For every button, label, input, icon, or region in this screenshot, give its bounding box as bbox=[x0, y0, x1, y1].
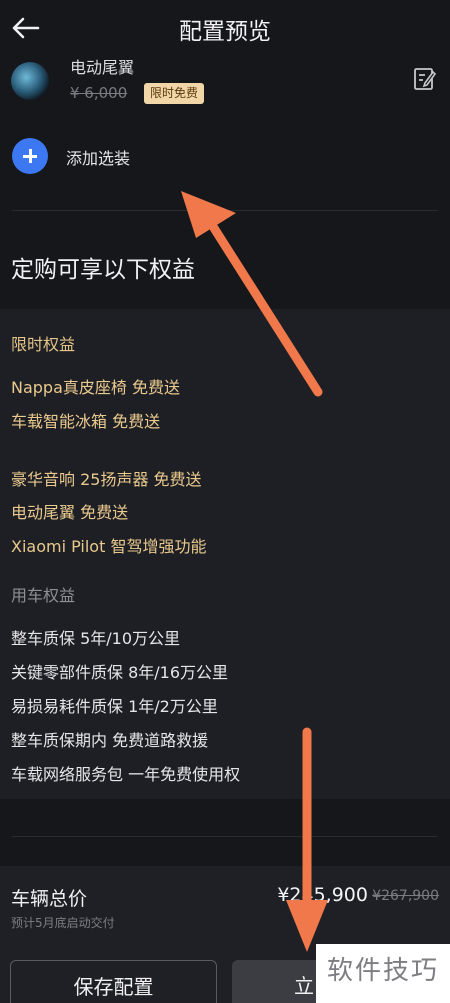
usage-benefits-title: 用车权益 bbox=[11, 586, 76, 605]
benefit-item: 豪华音响 25扬声器 免费送 bbox=[11, 470, 202, 489]
save-config-button[interactable]: 保存配置 bbox=[10, 960, 217, 1003]
benefit-item: 电动尾翼 免费送 bbox=[11, 503, 129, 522]
watermark: 软件技巧 bbox=[316, 944, 450, 1003]
option-item: 电动尾翼 ¥ 6,000 限时免费 bbox=[0, 56, 450, 116]
add-option-label[interactable]: 添加选装 bbox=[66, 145, 130, 169]
total-price: ¥245,900 bbox=[277, 884, 368, 906]
option-price: ¥ 6,000 bbox=[70, 84, 128, 102]
limited-free-badge: 限时免费 bbox=[144, 83, 205, 104]
original-price: ¥267,900 bbox=[372, 888, 439, 904]
benefit-item: 易损易耗件质保 1年/2万公里 bbox=[11, 697, 218, 716]
header-bar: 配置预览 bbox=[0, 0, 450, 56]
add-option-row[interactable]: 添加选装 bbox=[0, 136, 450, 176]
benefit-item: Xiaomi Pilot 智驾增强功能 bbox=[11, 537, 207, 556]
edit-icon[interactable] bbox=[413, 66, 437, 92]
benefit-item: 车载智能冰箱 免费送 bbox=[11, 412, 161, 431]
page-title: 配置预览 bbox=[179, 19, 271, 45]
divider bbox=[12, 836, 438, 837]
divider bbox=[12, 210, 438, 211]
option-name: 电动尾翼 bbox=[70, 58, 135, 77]
benefit-item: 整车质保期内 免费道路救援 bbox=[11, 731, 209, 750]
benefit-item: 整车质保 5年/10万公里 bbox=[11, 629, 181, 648]
benefits-panel: 限时权益 Nappa真皮座椅 免费送 车载智能冰箱 免费送 豪华音响 25扬声器… bbox=[0, 309, 450, 799]
benefit-item: 车载网络服务包 一年免费使用权 bbox=[11, 765, 241, 784]
benefits-title: 定购可享以下权益 bbox=[11, 257, 195, 283]
limited-benefits-title: 限时权益 bbox=[11, 335, 76, 354]
total-label: 车辆总价 bbox=[11, 888, 88, 910]
delivery-estimate: 预计5月底启动交付 bbox=[11, 916, 115, 930]
benefit-item: Nappa真皮座椅 免费送 bbox=[11, 378, 180, 397]
benefit-item: 关键零部件质保 8年/16万公里 bbox=[11, 663, 229, 682]
option-thumbnail bbox=[11, 62, 49, 100]
plus-circle-icon[interactable] bbox=[12, 138, 48, 174]
